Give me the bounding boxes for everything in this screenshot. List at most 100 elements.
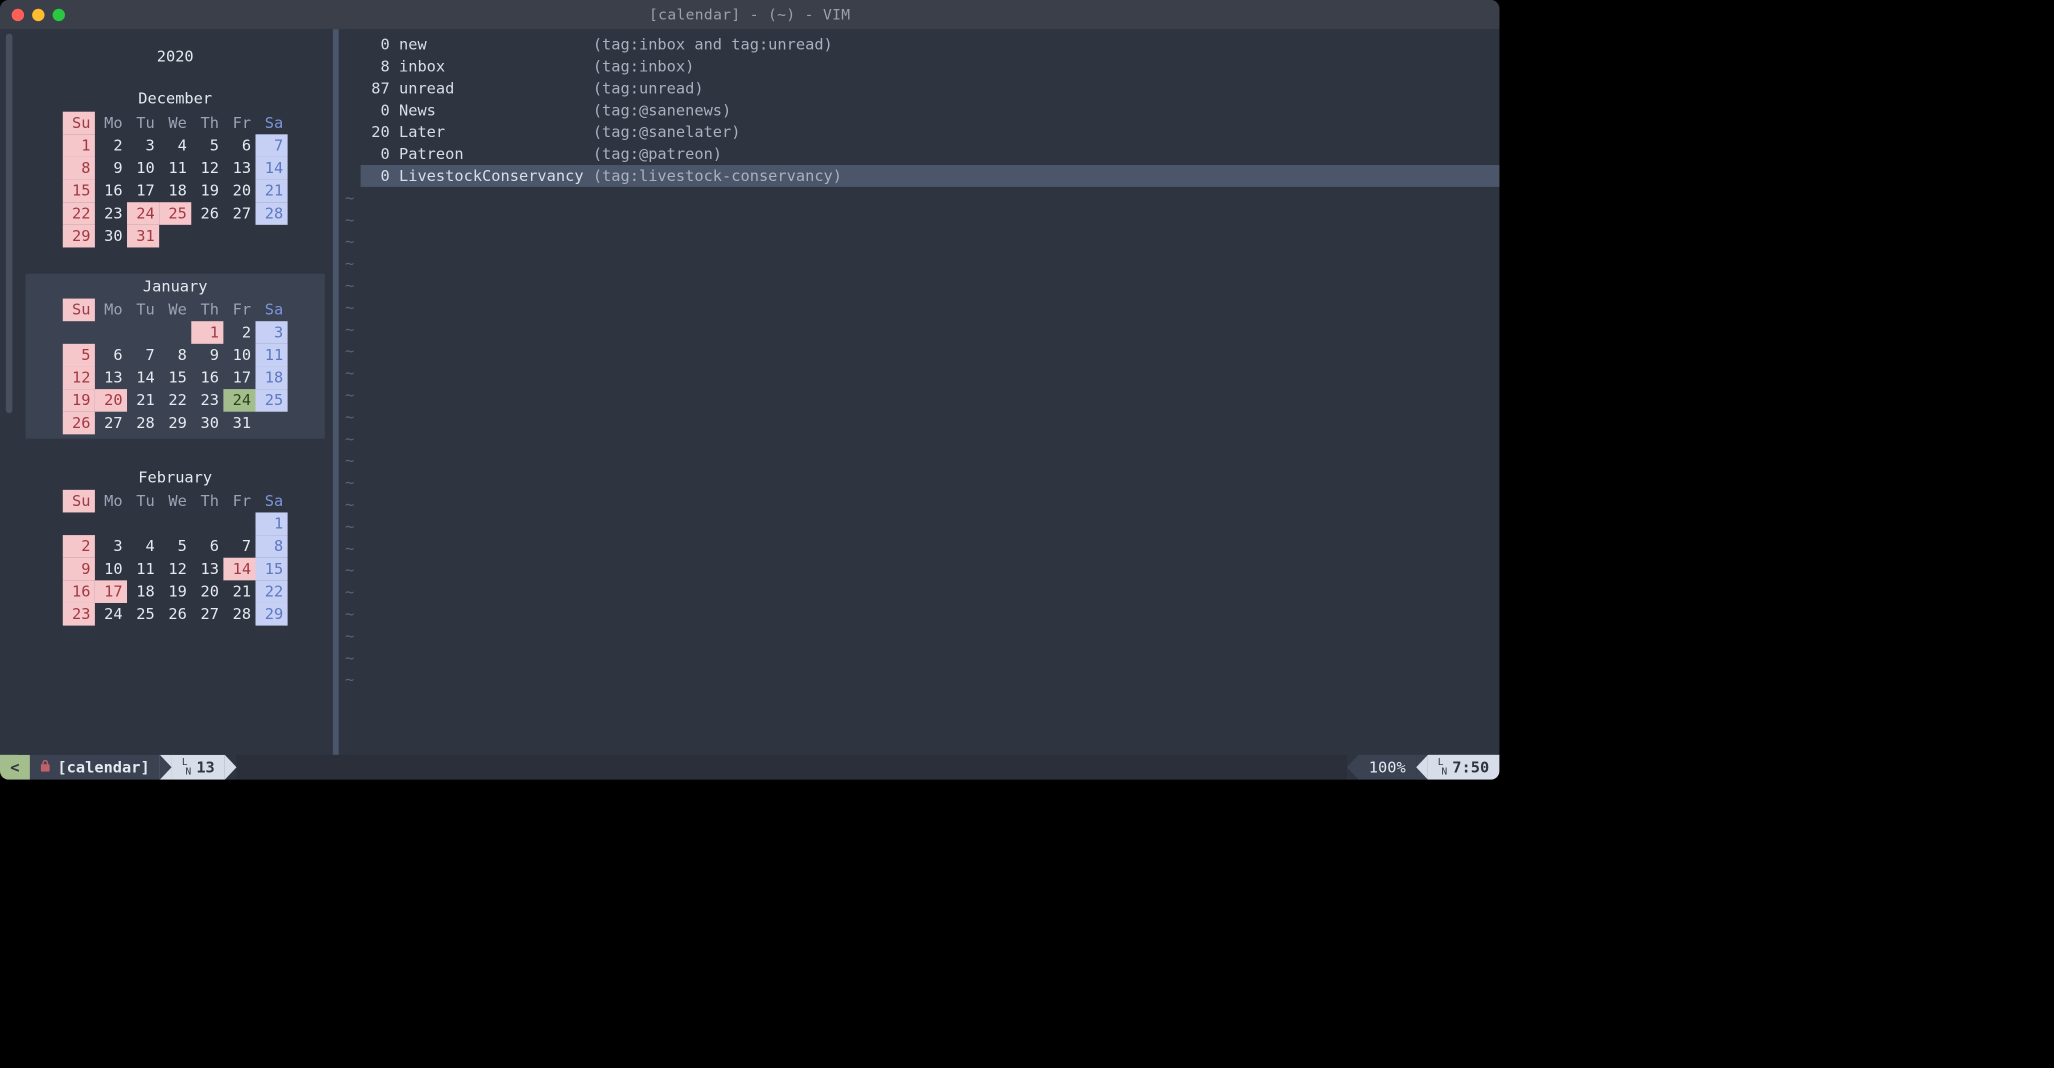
calendar-day[interactable]: 13	[95, 366, 127, 389]
calendar-day[interactable]: 14	[223, 558, 255, 581]
calendar-day[interactable]: 19	[159, 580, 191, 603]
calendar-day[interactable]: 17	[95, 580, 127, 603]
calendar-day[interactable]: 20	[223, 179, 255, 202]
scrollbar-thumb[interactable]	[5, 34, 12, 414]
scrollbar[interactable]	[0, 29, 18, 755]
calendar-day[interactable]: 26	[159, 603, 191, 626]
calendar-day[interactable]: 7	[256, 134, 288, 157]
minimize-icon[interactable]	[32, 8, 44, 20]
calendar-day[interactable]: 11	[159, 157, 191, 180]
calendar-day[interactable]: 20	[95, 389, 127, 412]
calendar-day[interactable]: 8	[63, 157, 95, 180]
calendar-day[interactable]: 30	[95, 224, 127, 247]
calendar-day[interactable]: 23	[63, 603, 95, 626]
calendar-day[interactable]: 12	[159, 558, 191, 581]
calendar-day[interactable]: 22	[63, 202, 95, 225]
calendar-day[interactable]: 29	[63, 224, 95, 247]
calendar-day[interactable]: 12	[63, 366, 95, 389]
calendar-day[interactable]: 23	[191, 389, 223, 412]
calendar-day[interactable]: 6	[191, 535, 223, 558]
search-row[interactable]: 8inbox (tag:inbox)	[361, 55, 1500, 77]
calendar-day[interactable]: 1	[63, 134, 95, 157]
calendar-day[interactable]: 30	[191, 412, 223, 435]
calendar-day[interactable]: 22	[159, 389, 191, 412]
calendar-day[interactable]: 8	[159, 344, 191, 367]
calendar-day[interactable]: 1	[256, 512, 288, 535]
calendar-day[interactable]: 17	[223, 366, 255, 389]
calendar-day[interactable]: 16	[63, 580, 95, 603]
calendar-day[interactable]: 6	[223, 134, 255, 157]
calendar-day[interactable]: 9	[95, 157, 127, 180]
calendar-day[interactable]: 26	[191, 202, 223, 225]
calendar-day[interactable]: 21	[223, 580, 255, 603]
close-icon[interactable]	[12, 8, 24, 20]
calendar-day[interactable]: 26	[63, 412, 95, 435]
calendar-month[interactable]: DecemberSuMoTuWeThFrSa123456789101112131…	[26, 86, 325, 247]
notmuch-hello[interactable]: 0new (tag:inbox and tag:unread)8inbox (t…	[361, 29, 1500, 755]
calendar-day[interactable]: 5	[191, 134, 223, 157]
search-row[interactable]: 0Patreon (tag:@patreon)	[361, 143, 1500, 165]
calendar-day[interactable]: 13	[191, 558, 223, 581]
calendar-day[interactable]: 14	[127, 366, 159, 389]
calendar-day[interactable]: 3	[256, 321, 288, 344]
calendar-day[interactable]: 5	[159, 535, 191, 558]
calendar-day[interactable]: 11	[127, 558, 159, 581]
calendar-day[interactable]: 3	[127, 134, 159, 157]
search-row[interactable]: 0News (tag:@sanenews)	[361, 99, 1500, 121]
calendar-day[interactable]: 25	[127, 603, 159, 626]
calendar-day[interactable]: 18	[159, 179, 191, 202]
calendar-day[interactable]: 29	[256, 603, 288, 626]
zoom-icon[interactable]	[53, 8, 65, 20]
calendar-day[interactable]: 25	[256, 389, 288, 412]
calendar-day[interactable]: 7	[127, 344, 159, 367]
calendar-day[interactable]: 28	[256, 202, 288, 225]
search-row[interactable]: 20Later (tag:@sanelater)	[361, 121, 1500, 143]
calendar-day[interactable]: 21	[256, 179, 288, 202]
calendar-day[interactable]: 20	[191, 580, 223, 603]
calendar-day[interactable]: 25	[159, 202, 191, 225]
calendar-day[interactable]: 11	[256, 344, 288, 367]
calendar-day[interactable]: 31	[223, 412, 255, 435]
calendar-day[interactable]: 14	[256, 157, 288, 180]
calendar-day[interactable]: 15	[256, 558, 288, 581]
calendar-day[interactable]: 12	[191, 157, 223, 180]
calendar-day[interactable]: 21	[127, 389, 159, 412]
calendar-month[interactable]: JanuarySuMoTuWeThFrSa1235678910111213141…	[26, 273, 325, 438]
calendar-day[interactable]: 27	[223, 202, 255, 225]
calendar-day[interactable]: 4	[159, 134, 191, 157]
calendar-day[interactable]: 8	[256, 535, 288, 558]
calendar-day[interactable]: 9	[191, 344, 223, 367]
calendar-day[interactable]: 10	[223, 344, 255, 367]
calendar-day[interactable]: 13	[223, 157, 255, 180]
calendar-day[interactable]: 15	[159, 366, 191, 389]
calendar-day[interactable]: 9	[63, 558, 95, 581]
calendar-day[interactable]: 2	[63, 535, 95, 558]
calendar-day[interactable]: 7	[223, 535, 255, 558]
calendar-day[interactable]: 24	[127, 202, 159, 225]
calendar-day[interactable]: 5	[63, 344, 95, 367]
calendar-day[interactable]: 27	[191, 603, 223, 626]
calendar-day[interactable]: 31	[127, 224, 159, 247]
calendar-day[interactable]: 6	[95, 344, 127, 367]
calendar-day[interactable]: 2	[223, 321, 255, 344]
calendar-day[interactable]: 29	[159, 412, 191, 435]
calendar-day[interactable]: 17	[127, 179, 159, 202]
calendar-day[interactable]: 18	[256, 366, 288, 389]
calendar-day[interactable]: 10	[127, 157, 159, 180]
calendar-day[interactable]: 24	[95, 603, 127, 626]
calendar-day[interactable]: 2	[95, 134, 127, 157]
search-row[interactable]: 0new (tag:inbox and tag:unread)	[361, 34, 1500, 56]
calendar-day[interactable]: 18	[127, 580, 159, 603]
calendar-day[interactable]: 3	[95, 535, 127, 558]
search-row[interactable]: 87unread (tag:unread)	[361, 77, 1500, 99]
calendar-day[interactable]: 16	[191, 366, 223, 389]
calendar-day[interactable]: 24	[223, 389, 255, 412]
calendar-day[interactable]: 23	[95, 202, 127, 225]
calendar-sidebar[interactable]: 2020 DecemberSuMoTuWeThFrSa1234567891011…	[18, 29, 339, 755]
calendar-day[interactable]: 16	[95, 179, 127, 202]
calendar-day[interactable]: 28	[223, 603, 255, 626]
search-row[interactable]: 0LivestockConservancy (tag:livestock-con…	[361, 165, 1500, 187]
calendar-month[interactable]: FebruarySuMoTuWeThFrSa123456789101112131…	[26, 465, 325, 626]
calendar-day[interactable]: 19	[63, 389, 95, 412]
calendar-day[interactable]: 10	[95, 558, 127, 581]
